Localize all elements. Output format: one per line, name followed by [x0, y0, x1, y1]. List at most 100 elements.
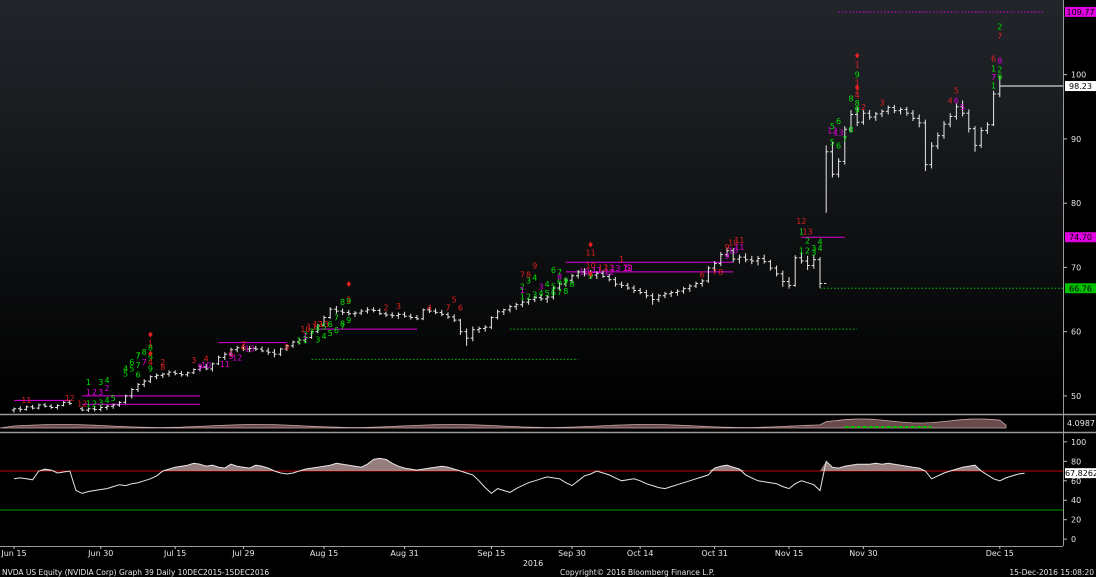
sequential-count-label: 4	[104, 376, 109, 385]
x-tick-label: Oct 31	[701, 549, 728, 558]
x-tick-label: Jul 15	[163, 549, 186, 558]
price-tag: 74.70	[1065, 232, 1096, 243]
sequential-count-label: 7	[334, 314, 339, 323]
sequential-count-label: 13	[803, 227, 813, 236]
sequential-count-label: 6	[700, 271, 705, 280]
sequential-count-label: 3	[526, 276, 531, 285]
sequential-count-label: 1	[346, 296, 351, 305]
sequential-count-label: 6	[836, 117, 841, 126]
sequential-count-label: ♦	[587, 240, 594, 249]
sequential-count-label: 5	[545, 289, 550, 298]
price-tag: 98.23	[1065, 81, 1096, 92]
sequential-count-label: 7	[142, 358, 147, 367]
y-tick-label: 80	[1071, 199, 1081, 208]
footer-copyright: Copyright© 2016 Bloomberg Finance L.P.	[560, 568, 715, 577]
sequential-count-label: 3	[811, 249, 816, 258]
sequential-count-label: 8	[848, 125, 853, 134]
sequential-count-label: 7	[135, 361, 140, 370]
sequential-count-label: 7	[445, 303, 450, 312]
footer: NVDA US Equity (NVIDIA Corp) Graph 39 Da…	[2, 568, 1094, 577]
sequential-count-label: 5	[960, 103, 965, 112]
sequential-count-label: ♦	[147, 350, 154, 359]
y-tick-label: 90	[1071, 135, 1081, 144]
sequential-count-label: 6	[334, 326, 339, 335]
sequential-count-label: 6	[954, 96, 959, 105]
sequential-count-label: 2	[92, 400, 97, 409]
sequential-count-label: 7	[520, 271, 525, 280]
sequential-count-label: 7	[712, 268, 717, 277]
sequential-count-label: 4	[948, 96, 953, 105]
sequential-count-label: 3	[191, 356, 196, 365]
x-tick-label: Aug 31	[390, 549, 418, 558]
sequential-count-label: 4	[321, 332, 326, 341]
sequential-count-label: 5	[328, 329, 333, 338]
sequential-count-label: 2	[861, 103, 866, 112]
sequential-count-label: 1	[86, 378, 91, 387]
sequential-count-label: 11	[220, 360, 230, 369]
x-tick-label: Jul 29	[231, 549, 254, 558]
sequential-count-label: 8	[848, 94, 853, 103]
rsi-y-tick-label: 40	[1071, 496, 1081, 505]
sequential-count-label: 4	[104, 396, 109, 405]
sequential-count-label: 4	[817, 244, 822, 253]
y-tick-label: 60	[1071, 328, 1081, 337]
sequential-count-label: 7	[557, 288, 562, 297]
price-tag-label: 109.77	[1067, 8, 1095, 17]
price-tag: 66.76	[1065, 283, 1096, 294]
sequential-count-label: 4	[545, 280, 550, 289]
sequential-count-label: 2	[160, 358, 165, 367]
x-tick-label: Nov 15	[775, 549, 803, 558]
sequential-count-label: 7	[135, 351, 140, 360]
sequential-count-label: ♦	[854, 84, 861, 93]
price-tag-label: 74.70	[1069, 233, 1092, 242]
main-panel-bg	[0, 0, 1063, 414]
sequential-count-label: 3	[538, 283, 543, 292]
y-tick-label: 100	[1071, 71, 1086, 80]
sequential-count-label: 8	[340, 298, 345, 307]
sequential-count-label: 8	[718, 268, 723, 277]
sequential-count-label: 2	[104, 384, 109, 393]
x-tick-label: Oct 14	[627, 549, 654, 558]
sequential-count-label: 4	[315, 324, 320, 333]
sequential-count-label: 13	[610, 264, 620, 273]
sequential-count-label: 3	[309, 328, 314, 337]
sequential-count-label: 2	[805, 247, 810, 256]
sequential-count-label: 7	[557, 268, 562, 277]
sequential-count-label: 5	[830, 138, 835, 147]
rsi-y-tick-label: 20	[1071, 516, 1081, 525]
sequential-count-label: 11	[734, 243, 744, 252]
sequential-count-label: 9	[855, 71, 860, 80]
sequential-count-label: 1	[991, 64, 996, 73]
sequential-count-label: 5	[111, 394, 116, 403]
sequential-count-label: 8	[563, 287, 568, 296]
sequential-count-label: 6	[328, 320, 333, 329]
sequential-count-label: 8	[569, 280, 574, 289]
sequential-count-label: 3	[98, 398, 103, 407]
x-tick-label: Nov 30	[849, 549, 877, 558]
sequential-count-label: 1	[148, 339, 153, 348]
x-year-label: 2016	[523, 559, 543, 568]
price-chart[interactable]: 11 12121 2 3 4 51 2 3 21 3 4567 8987 794 56741♦♦82 3 49…	[0, 0, 1096, 577]
sequential-count-label: 11	[21, 396, 31, 405]
sequential-count-label: 2	[92, 388, 97, 397]
sequential-count-label: 5	[551, 283, 556, 292]
rsi-y-tick-label: 80	[1071, 457, 1081, 466]
sequential-count-label: 2	[526, 292, 531, 301]
x-tick-label: Sep 30	[558, 549, 586, 558]
sequential-count-label: 6	[458, 303, 463, 312]
sequential-count-label: 1	[86, 388, 91, 397]
sequential-count-label: 9	[346, 316, 351, 325]
sequential-count-label: 12	[232, 353, 242, 362]
sequential-count-label: 5	[625, 263, 630, 272]
rsi-y-tick-label: 0	[1071, 535, 1076, 544]
sequential-count-label: 13	[245, 344, 255, 353]
sequential-count-label: 4	[148, 358, 153, 367]
sequential-count-label: 9	[997, 73, 1002, 82]
footer-security-label: NVDA US Equity (NVIDIA Corp) Graph 39 Da…	[2, 568, 269, 577]
rsi-current-label: 67.8262	[1065, 469, 1096, 478]
rsi-y-tick-label: 100	[1071, 438, 1086, 447]
sequential-count-label: 11	[586, 249, 596, 258]
price-tag-label: 98.23	[1069, 82, 1092, 91]
x-tick-label: Sep 15	[477, 549, 505, 558]
sequential-count-label: 3	[396, 302, 401, 311]
